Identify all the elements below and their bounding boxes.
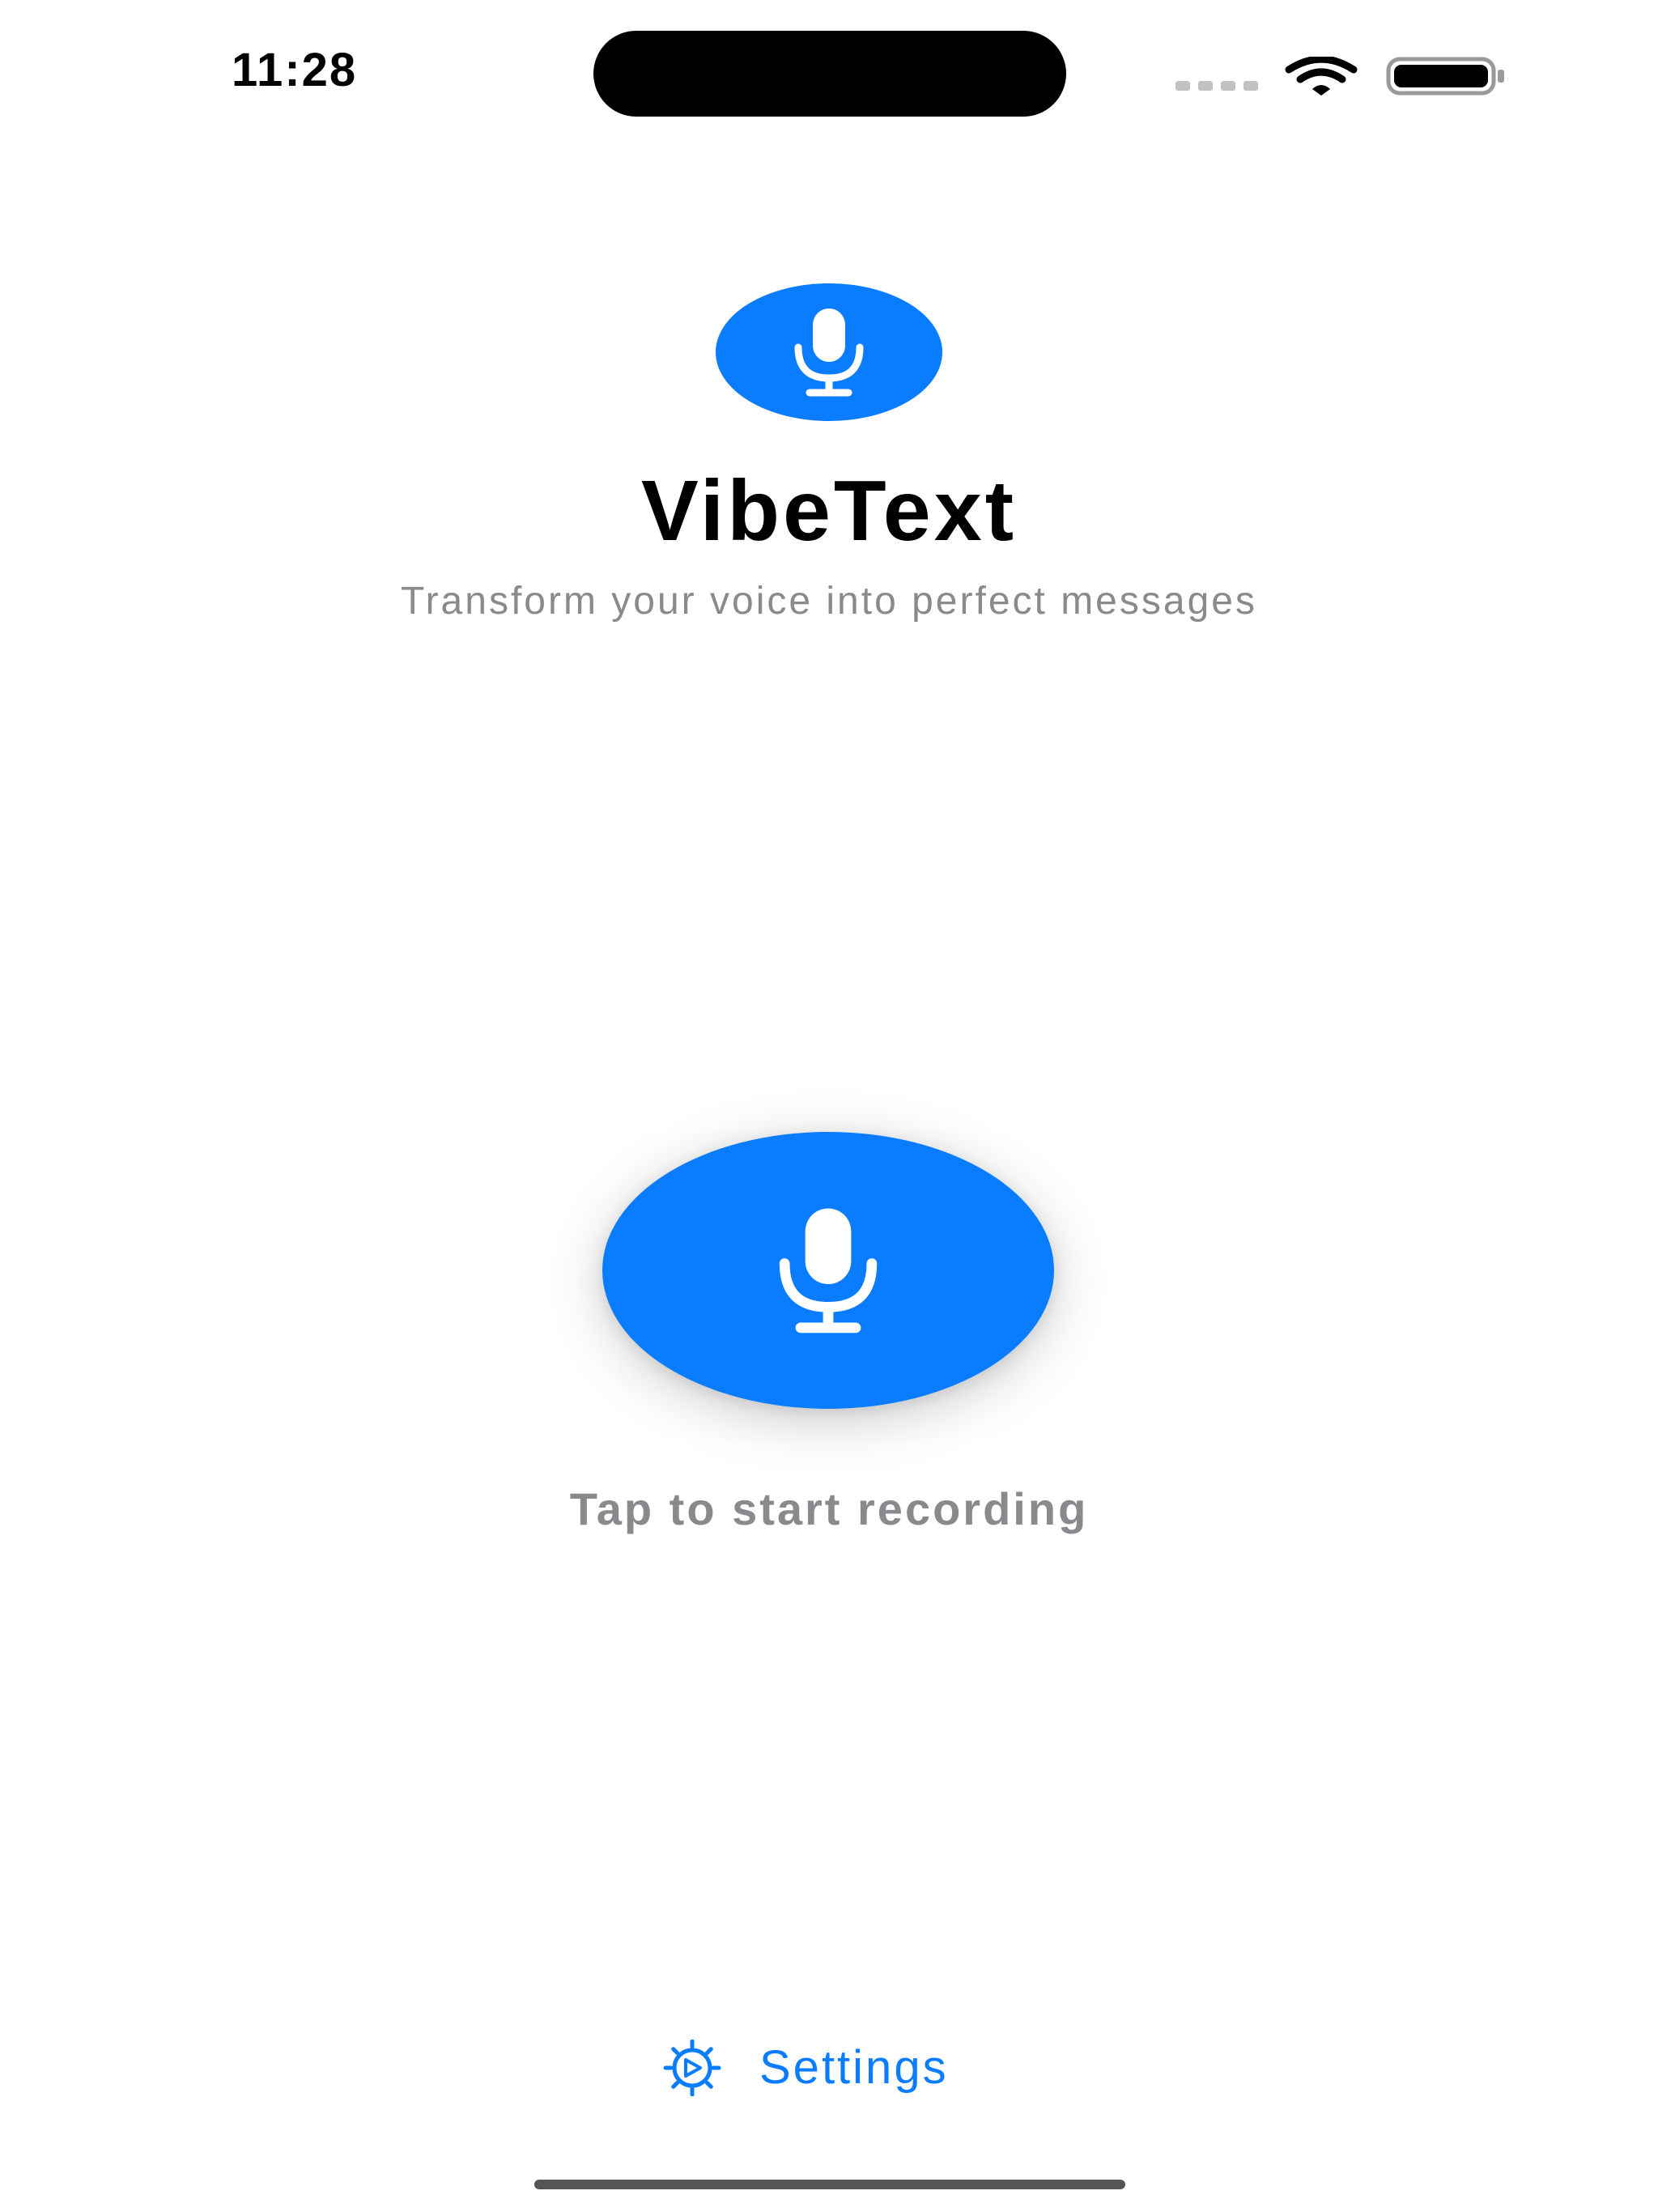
- gear-icon: [663, 2040, 721, 2096]
- status-time: 11:28: [232, 44, 358, 96]
- microphone-icon: [779, 1208, 878, 1334]
- microphone-icon: [794, 308, 864, 397]
- app-title: VibeText: [640, 463, 1018, 559]
- home-indicator[interactable]: [534, 2180, 1125, 2189]
- dynamic-island: [593, 31, 1066, 117]
- record-button[interactable]: [602, 1132, 1054, 1409]
- app-subtitle: Transform your voice into perfect messag…: [401, 580, 1257, 623]
- record-hint: Tap to start recording: [569, 1483, 1089, 1534]
- settings-label: Settings: [759, 2041, 949, 2094]
- wifi-icon: [1285, 57, 1358, 96]
- app-logo-badge: [716, 283, 942, 421]
- settings-button[interactable]: Settings: [657, 2039, 949, 2097]
- cellular-signal-icon: [1175, 81, 1258, 91]
- battery-full-icon: [1386, 57, 1504, 96]
